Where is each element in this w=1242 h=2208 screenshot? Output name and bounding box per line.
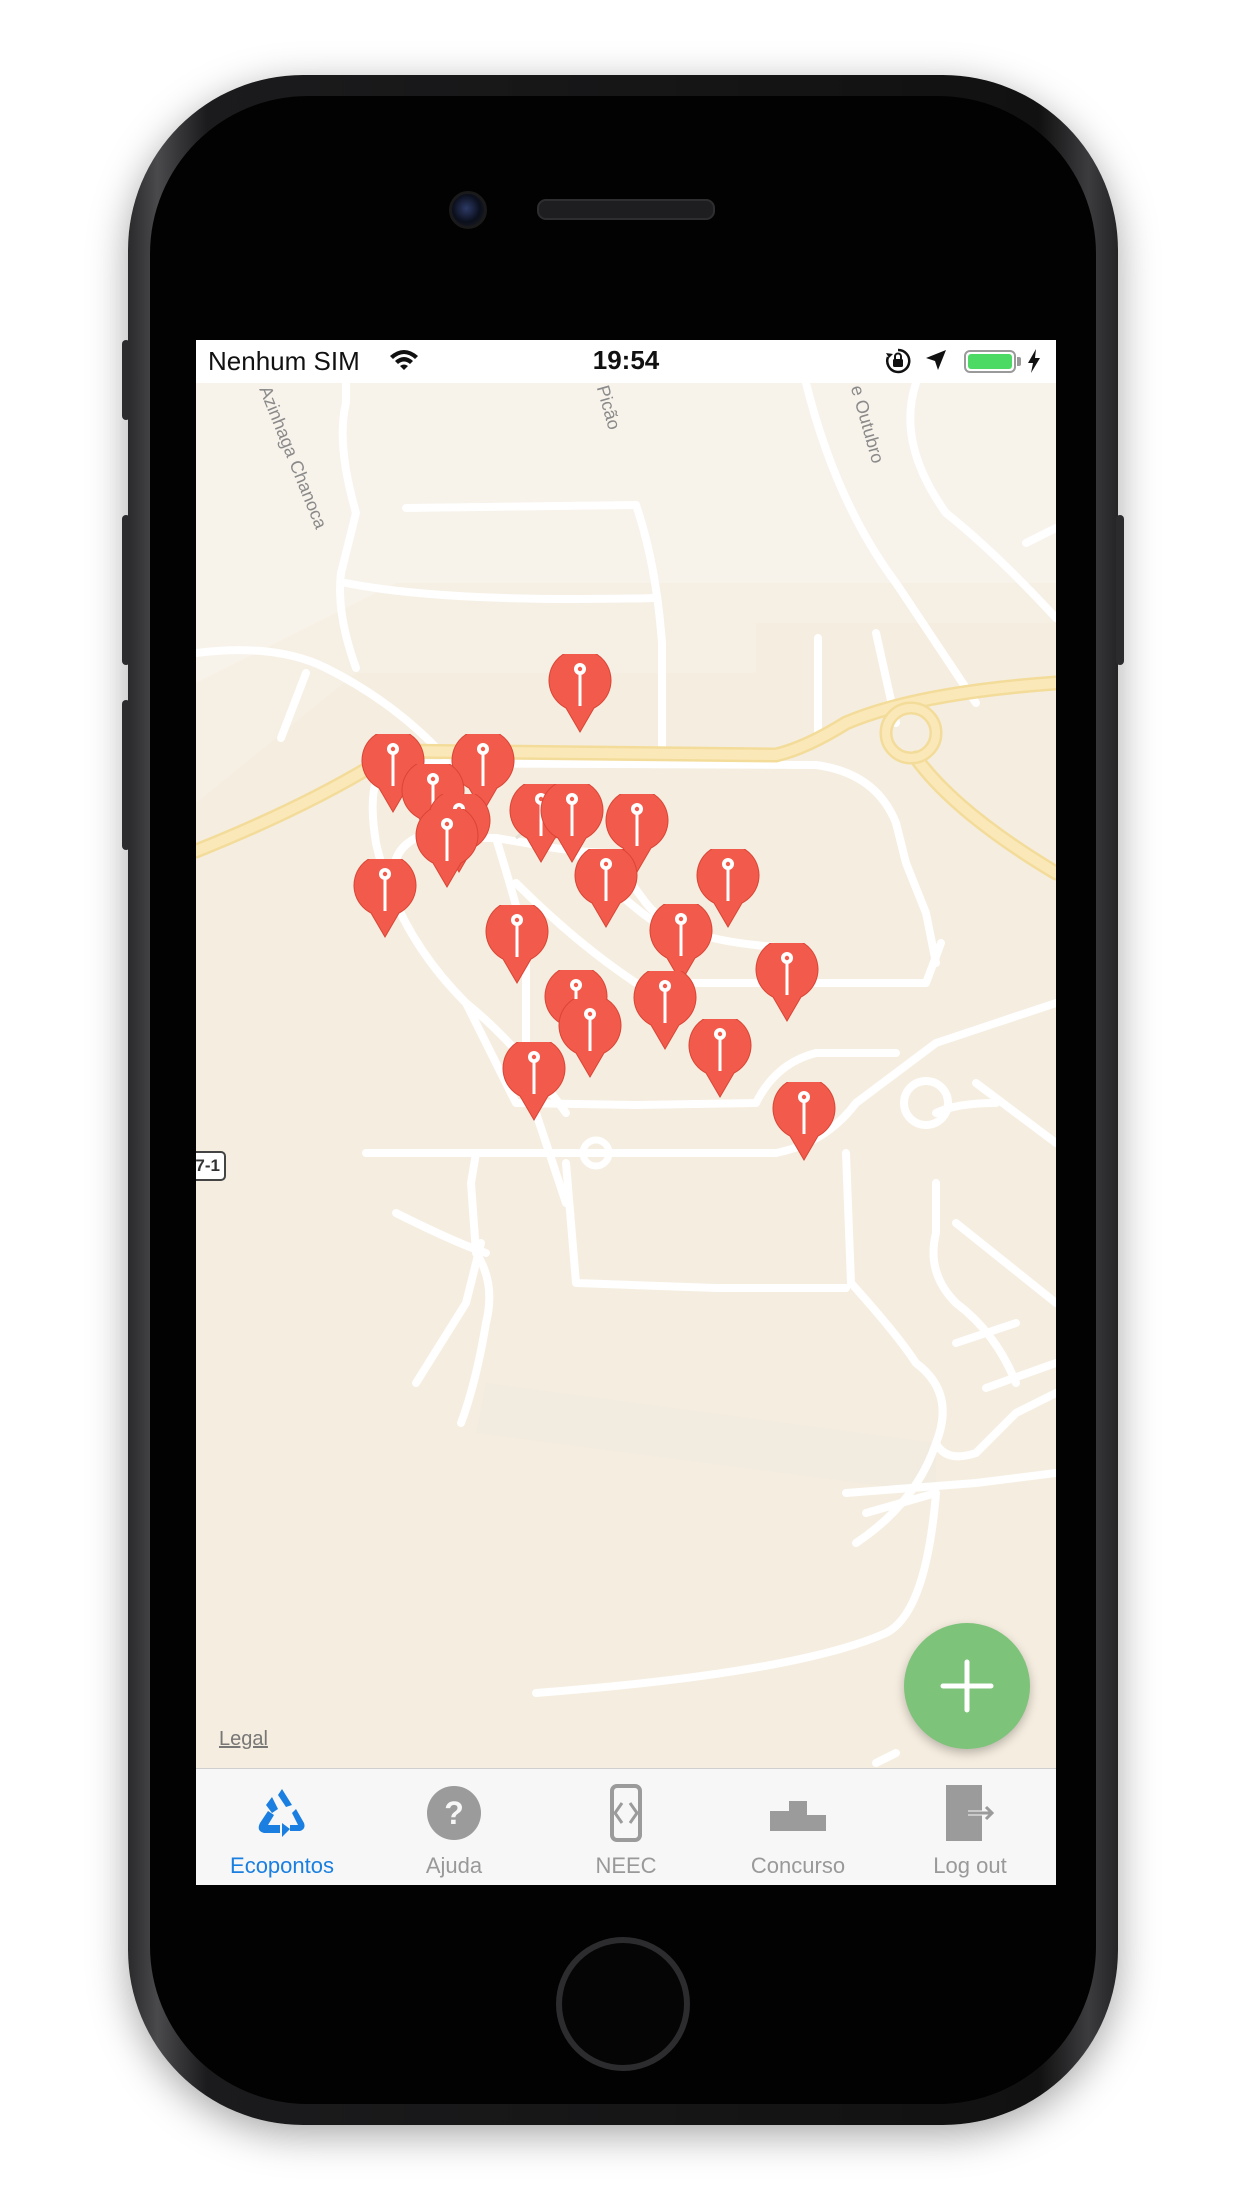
ecoponto-map-pin[interactable] [415,803,479,889]
tab-label-ecopontos: Ecopontos [230,1853,334,1878]
tab-logout[interactable]: Log out [884,1769,1056,1885]
map-roads [196,383,1056,1768]
battery-level [968,354,1012,369]
volume-up-button [122,515,130,665]
ecoponto-map-pin[interactable] [574,843,638,929]
home-button[interactable] [556,1937,690,2071]
tab-ecopontos[interactable]: Ecopontos [196,1769,368,1885]
power-button [1116,515,1124,665]
tab-bar: Ecopontos ? Ajuda NEEC Concurso Log out [196,1768,1056,1885]
tab-label-concurso: Concurso [750,1853,846,1878]
ecoponto-map-pin[interactable] [502,1036,566,1122]
legal-link[interactable]: Legal [219,1728,268,1751]
tab-label-ajuda: Ajuda [425,1853,483,1878]
plus-icon [940,1659,994,1713]
charging-bolt-icon [1028,349,1040,373]
svg-text:?: ? [444,1795,464,1831]
battery-tip [1017,357,1021,366]
add-ecoponto-button[interactable] [904,1623,1030,1749]
logout-icon [946,1785,1000,1841]
rotation-lock-icon [886,348,911,374]
front-camera [449,191,487,229]
location-arrow-icon [926,350,946,370]
help-icon: ? [427,1786,481,1840]
ecoponto-map-pin[interactable] [353,853,417,939]
earpiece-speaker [537,199,715,220]
tab-neec[interactable]: NEEC [540,1769,712,1885]
ecoponto-map-pin[interactable] [688,1013,752,1099]
status-bar: Nenhum SIM 19:54 [196,340,1056,383]
app-screen: Nenhum SIM 19:54 Azinhaga Chanoca Picão … [196,340,1056,1885]
ecoponto-map-pin[interactable] [772,1076,836,1162]
ecoponto-map-pin[interactable] [548,648,612,734]
map-view[interactable]: Azinhaga Chanoca Picão e Outubro 7-1 Leg… [196,383,1056,1768]
recycle-icon [258,1789,305,1837]
ecoponto-map-pin[interactable] [485,899,549,985]
tab-concurso[interactable]: Concurso [712,1769,884,1885]
tab-label-logout: Log out [933,1853,1007,1878]
route-number-badge: 7-1 [196,1151,226,1181]
volume-down-button [122,700,130,850]
tab-label-neec: NEEC [595,1853,657,1878]
mute-switch [122,340,130,420]
ecoponto-map-pin[interactable] [558,993,622,1079]
ecoponto-map-pin[interactable] [755,937,819,1023]
phone-code-icon [610,1784,642,1842]
tab-ajuda[interactable]: ? Ajuda [368,1769,540,1885]
battery-icon [964,350,1016,373]
podium-icon [770,1801,826,1831]
